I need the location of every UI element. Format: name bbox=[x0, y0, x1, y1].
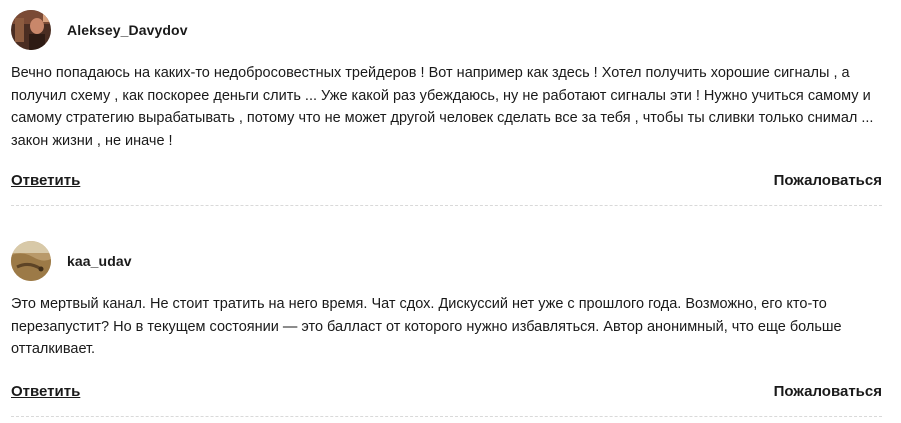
comment-actions: Ответить Пожаловаться bbox=[11, 172, 882, 189]
reply-link[interactable]: Ответить bbox=[11, 383, 80, 400]
comment: Aleksey_Davydov Вечно попадаюсь на каких… bbox=[11, 9, 882, 206]
comment-text: Это мертвый канал. Не стоит тратить на н… bbox=[11, 296, 842, 357]
avatar-photo-icon bbox=[11, 10, 51, 50]
comment-text: Вечно попадаюсь на каких-то недобросовес… bbox=[11, 65, 874, 149]
author-name[interactable]: Aleksey_Davydov bbox=[67, 22, 188, 38]
comment-actions: Ответить Пожаловаться bbox=[11, 383, 882, 400]
author-name[interactable]: kaa_udav bbox=[67, 253, 132, 269]
divider bbox=[11, 205, 882, 206]
comment-header: kaa_udav bbox=[11, 240, 882, 282]
comment-header: Aleksey_Davydov bbox=[11, 9, 882, 51]
report-link[interactable]: Пожаловаться bbox=[774, 172, 882, 189]
comment: kaa_udav Это мертвый канал. Не стоит тра… bbox=[11, 240, 882, 417]
reply-link[interactable]: Ответить bbox=[11, 172, 80, 189]
avatar[interactable] bbox=[11, 241, 51, 281]
report-link[interactable]: Пожаловаться bbox=[774, 383, 882, 400]
avatar[interactable] bbox=[11, 10, 51, 50]
avatar-photo-icon bbox=[11, 241, 51, 281]
divider bbox=[11, 416, 882, 417]
